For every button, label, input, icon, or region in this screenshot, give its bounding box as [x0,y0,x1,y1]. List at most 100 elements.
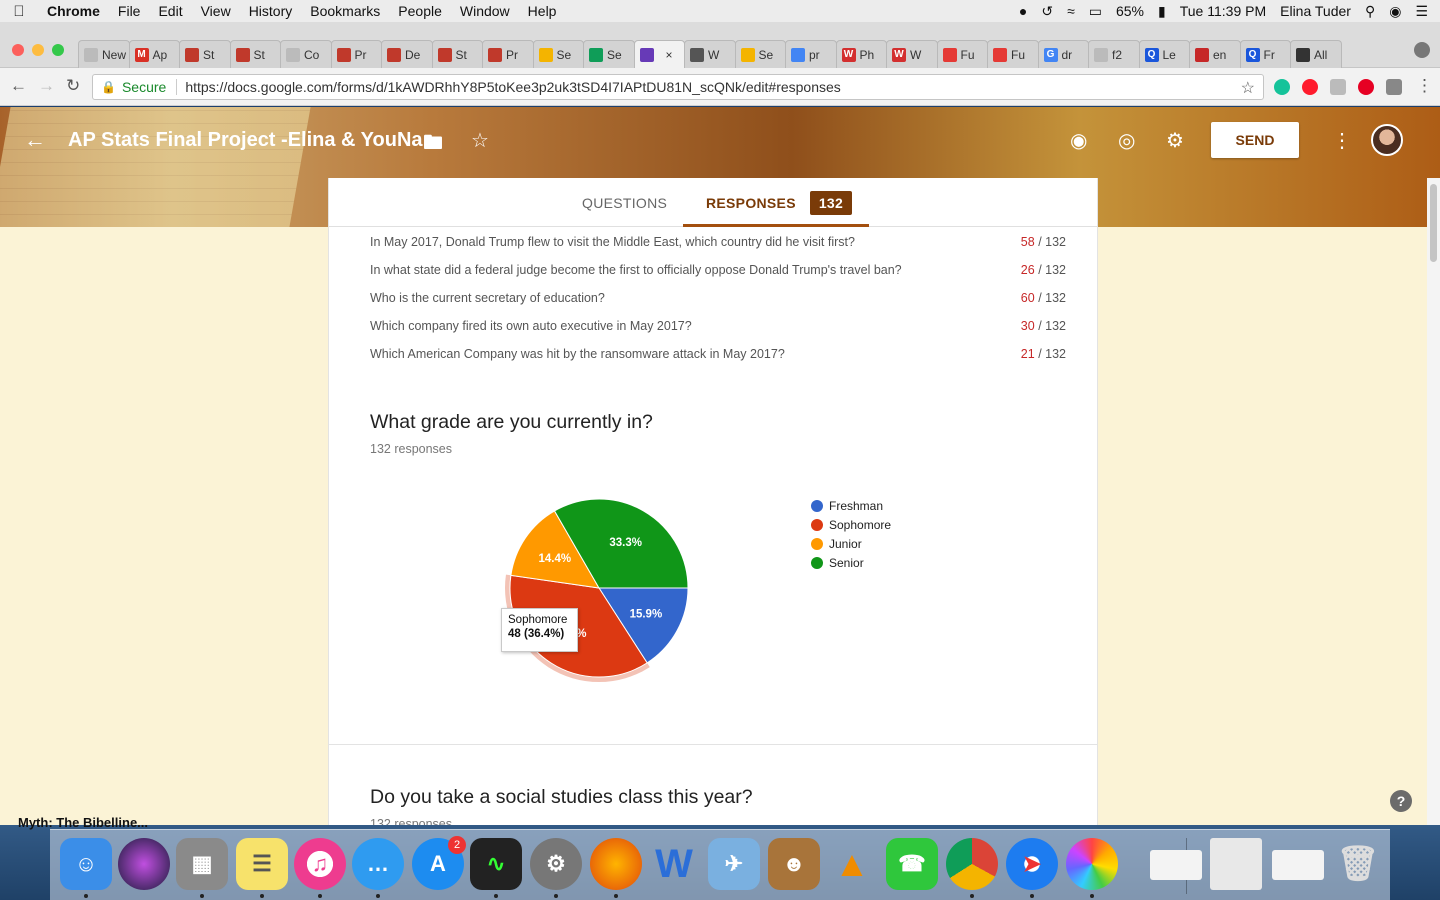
browser-tab[interactable]: en [1189,40,1241,68]
user-name[interactable]: Elina Tuder [1280,3,1351,19]
minimized-window-2[interactable] [1210,838,1262,890]
siri-icon[interactable]: ◉ [1389,3,1401,20]
itunes-icon[interactable]: ♫ [294,838,346,890]
help-icon[interactable]: ? [1390,790,1412,812]
browser-tab[interactable]: Pr [330,40,382,68]
menu-history[interactable]: History [240,3,302,19]
clock[interactable]: Tue 11:39 PM [1180,3,1266,19]
more-options-icon[interactable]: ⋮ [1332,128,1352,153]
chrome-icon[interactable] [946,838,998,890]
browser-tab[interactable]: De [381,40,433,68]
browser-tab[interactable]: Se [734,40,786,68]
legend-item[interactable]: Freshman [811,496,891,515]
browser-tab[interactable]: × [633,40,685,68]
finder-icon[interactable]: ☺ [60,838,112,890]
extension-icon[interactable] [1330,79,1346,95]
back-icon[interactable]: ← [10,76,27,96]
star-icon[interactable]: ☆ [471,128,489,153]
legend-item[interactable]: Junior [811,534,891,553]
pinterest-extension-icon[interactable] [1358,79,1374,95]
bookmark-star-icon[interactable]: ☆ [1241,78,1255,98]
airplay-icon[interactable]: ▭ [1089,3,1102,20]
minimize-window-button[interactable] [32,44,44,56]
browser-tab[interactable]: New T [78,40,130,68]
menu-file[interactable]: File [109,3,150,19]
chrome-profile-icon[interactable] [1414,42,1430,58]
tab-responses[interactable]: RESPONSES 132 [706,178,853,227]
tab-questions[interactable]: QUESTIONS [582,178,667,227]
palette-icon[interactable]: ◉ [1070,128,1087,153]
settings-gear-icon[interactable]: ⚙ [1166,128,1184,153]
grammarly-extension-icon[interactable] [1274,79,1290,95]
trash-icon[interactable]: 🗑 [1332,838,1384,890]
notes-icon[interactable]: ☰ [236,838,288,890]
browser-tab[interactable]: Pr [482,40,534,68]
menu-app-name[interactable]: Chrome [38,3,109,19]
browser-tab[interactable]: St [179,40,231,68]
facetime-icon[interactable]: ☎ [886,838,938,890]
minimized-window-1[interactable] [1150,850,1202,880]
browser-tab[interactable]: WW [886,40,938,68]
legend-item[interactable]: Senior [811,553,891,572]
menu-bookmarks[interactable]: Bookmarks [301,3,389,19]
time-machine-icon[interactable]: ↺ [1041,3,1053,20]
browser-tab[interactable]: Q Fr [1239,40,1291,68]
wifi-icon[interactable]: ≈ [1067,3,1075,19]
battery-percent[interactable]: 65% [1116,3,1144,19]
system-preferences-icon[interactable]: ⚙ [530,838,582,890]
notification-icon[interactable]: ● [1019,3,1027,19]
browser-tab[interactable]: Q Le [1138,40,1190,68]
vlc-icon[interactable]: ▲ [826,838,878,890]
messages-icon[interactable]: … [352,838,404,890]
menu-window[interactable]: Window [451,3,519,19]
menu-edit[interactable]: Edit [149,3,191,19]
notification-center-icon[interactable]: ☰ [1415,3,1428,20]
forward-icon[interactable]: → [38,76,55,96]
battery-icon[interactable]: ▮ [1158,3,1166,20]
browser-tab[interactable]: St [229,40,281,68]
safari-icon[interactable]: ➤ [1006,838,1058,890]
zoom-window-button[interactable] [52,44,64,56]
avatar[interactable] [1371,124,1403,156]
legend-item[interactable]: Sophomore [811,515,891,534]
preview-icon[interactable]: ✈ [708,838,760,890]
menu-people[interactable]: People [389,3,451,19]
scrollbar-thumb[interactable] [1430,184,1437,262]
back-arrow-icon[interactable]: ← [24,127,46,153]
word-icon[interactable]: W [648,838,700,890]
close-window-button[interactable] [12,44,24,56]
address-bar[interactable]: 🔒 Secure https://docs.google.com/forms/d… [92,74,1264,100]
browser-tab[interactable]: pr [785,40,837,68]
menu-help[interactable]: Help [519,3,566,19]
browser-tab[interactable]: Co [280,40,332,68]
opera-extension-icon[interactable] [1302,79,1318,95]
browser-tab[interactable]: W Ph [835,40,887,68]
send-button[interactable]: SEND [1211,122,1299,158]
photos-icon[interactable] [1066,838,1118,890]
folder-icon[interactable]: 🖿 [423,128,443,162]
page-scrollbar[interactable] [1427,178,1440,825]
browser-tab[interactable]: All [1290,40,1342,68]
browser-tab[interactable]: Se [532,40,584,68]
reload-icon[interactable]: ↻ [66,76,80,96]
close-tab-icon[interactable]: × [666,48,673,62]
preview-eye-icon[interactable]: ◎ [1118,128,1135,153]
activity-monitor-icon[interactable]: ∿ [470,838,522,890]
browser-tab[interactable]: St [431,40,483,68]
browser-tab[interactable]: f2 [1088,40,1140,68]
browser-tab[interactable]: W [684,40,736,68]
browser-tab[interactable]: Gdr [1037,40,1089,68]
browser-tab[interactable]: Se [583,40,635,68]
firefox-icon[interactable] [590,838,642,890]
calculator-icon[interactable]: ▦ [176,838,228,890]
chrome-menu-icon[interactable]: ⋮ [1416,76,1433,96]
browser-tab[interactable]: M Ap [128,40,180,68]
extension-icon-2[interactable] [1386,79,1402,95]
menu-view[interactable]: View [192,3,240,19]
browser-tab[interactable]: Fu [936,40,988,68]
browser-tab[interactable]: Fu [987,40,1039,68]
apple-icon[interactable]:  [0,3,38,20]
minimized-window-3[interactable] [1272,850,1324,880]
contacts-icon[interactable]: ☻ [768,838,820,890]
spotlight-icon[interactable]: ⚲ [1365,3,1375,20]
